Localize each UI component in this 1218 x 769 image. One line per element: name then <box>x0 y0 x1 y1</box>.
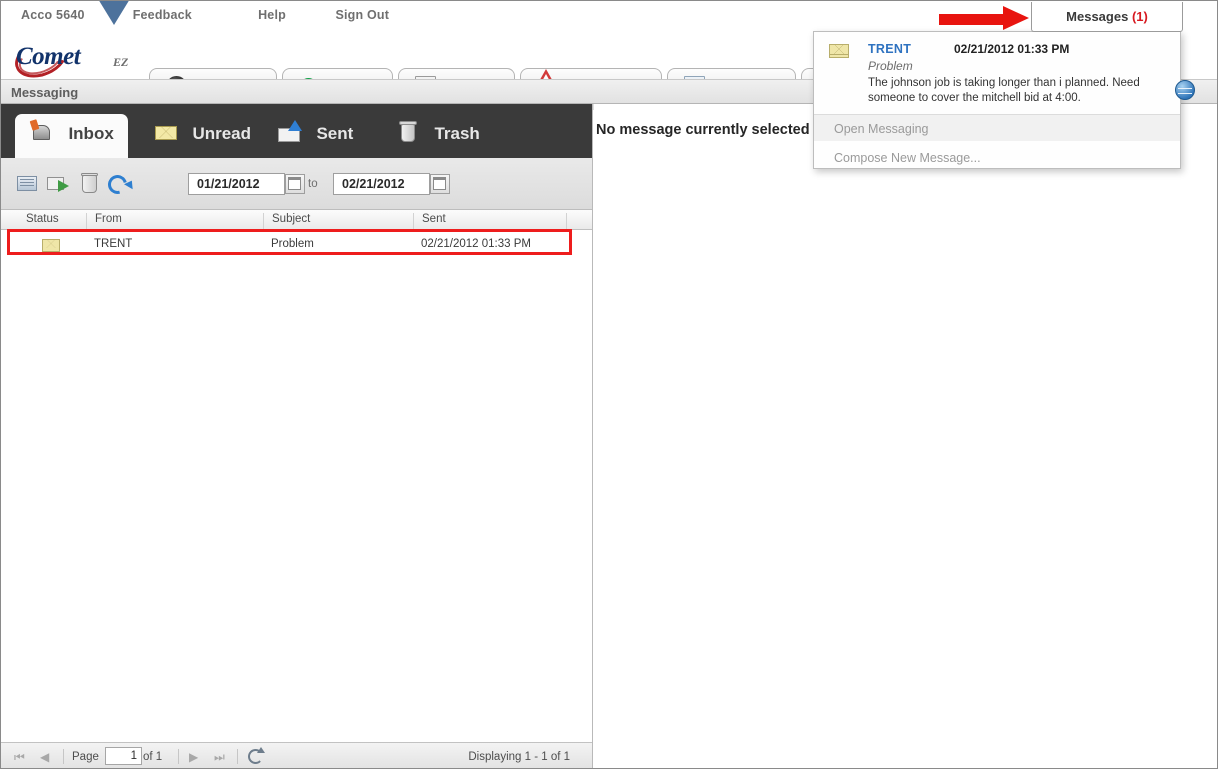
red-arrow-head <box>1003 6 1029 30</box>
red-arrow-shaft <box>939 14 1005 25</box>
trash-can-icon-toolbar <box>81 173 98 193</box>
folder-tab-sent-label: Sent <box>316 124 354 143</box>
column-header-sent[interactable]: Sent <box>413 213 446 229</box>
sign-out-link[interactable]: Sign Out <box>335 8 389 22</box>
help-link[interactable]: Help <box>258 8 286 22</box>
popup-message-item[interactable]: TRENT 02/21/2012 01:33 PM Problem The jo… <box>814 32 1180 114</box>
page-number-input[interactable]: 1 <box>105 747 142 765</box>
mailbox-icon <box>29 119 55 145</box>
last-page-button[interactable]: ⏭ <box>214 750 225 765</box>
forward-green-arrow-icon <box>58 180 69 192</box>
folder-tab-inbox[interactable]: Inbox <box>15 114 128 158</box>
page-total-label: of 1 <box>143 751 163 763</box>
messages-tab-label: Messages <box>1066 9 1129 24</box>
date-range-to-label: to <box>308 178 318 190</box>
reading-pane: No message currently selected <box>594 104 1217 768</box>
popup-message-from: TRENT <box>868 42 912 56</box>
calendar-icon-to[interactable] <box>430 174 450 194</box>
date-from-field[interactable]: 01/21/2012 <box>188 173 305 195</box>
messages-count-badge: (1) <box>1131 9 1148 24</box>
list-toolbar: 01/21/2012 to 02/21/2012 <box>1 158 592 210</box>
folder-tab-inbox-label: Inbox <box>68 124 114 143</box>
folder-tab-trash-label: Trash <box>434 124 480 143</box>
logo-name: Comet <box>16 43 81 70</box>
message-window-icon <box>17 176 37 191</box>
table-row[interactable]: TRENT Problem 02/21/2012 01:33 PM <box>7 229 572 255</box>
compose-new-message-link[interactable]: Compose New Message... <box>834 151 981 165</box>
pager-divider-2 <box>178 749 179 764</box>
folder-tab-bar: Inbox Unread Sent Trash <box>1 104 592 158</box>
refresh-arrows-icon <box>104 171 131 198</box>
logo-suffix: EZ <box>113 55 129 69</box>
unread-envelope-icon <box>42 239 60 252</box>
delete-button[interactable] <box>77 171 103 197</box>
popup-divider <box>814 114 1180 115</box>
column-header-status[interactable]: Status <box>18 213 59 229</box>
pager-refresh-icon[interactable] <box>248 747 265 766</box>
refresh-button[interactable] <box>104 171 132 198</box>
first-page-button[interactable]: ⏮ <box>14 750 25 765</box>
calendar-icon-from[interactable] <box>285 174 305 194</box>
closed-envelope-icon <box>153 119 179 145</box>
folder-tab-unread[interactable]: Unread <box>139 114 265 158</box>
prev-page-button[interactable]: ◀ <box>40 750 49 764</box>
row-subject: Problem <box>271 238 314 250</box>
application-window: Acco 5640 Feedback Help Sign Out Message… <box>0 0 1218 769</box>
help-globe-icon[interactable] <box>1175 80 1195 100</box>
page-title: Messaging <box>11 85 79 100</box>
unread-envelope-icon-popup <box>829 44 849 58</box>
folder-tab-sent[interactable]: Sent <box>263 114 367 158</box>
grid-header: Status From Subject Sent <box>1 210 592 230</box>
popup-message-subject: Problem <box>868 59 913 73</box>
date-from-value: 01/21/2012 <box>197 177 260 191</box>
messages-tab[interactable]: Messages (1) <box>1031 2 1183 32</box>
date-to-field[interactable]: 02/21/2012 <box>333 173 450 195</box>
message-list-panel: Inbox Unread Sent Trash 01/21/2012 to 02… <box>1 104 593 768</box>
messages-dropdown-popup: TRENT 02/21/2012 01:33 PM Problem The jo… <box>813 31 1181 169</box>
displaying-status: Displaying 1 - 1 of 1 <box>468 751 570 763</box>
column-header-from[interactable]: From <box>86 213 122 229</box>
folder-tab-unread-label: Unread <box>192 124 252 143</box>
page-label: Page <box>72 751 99 763</box>
popup-message-date: 02/21/2012 01:33 PM <box>954 42 1070 56</box>
message-list-body <box>1 256 592 724</box>
blue-pointer-icon <box>76 1 152 25</box>
folder-tab-trash[interactable]: Trash <box>381 114 494 158</box>
logo[interactable]: Comet EZ <box>9 31 144 85</box>
pagination-bar: ⏮ ◀ Page 1 of 1 ▶ ⏭ Displaying 1 - 1 of … <box>1 742 592 768</box>
mark-read-button[interactable] <box>15 171 41 197</box>
row-from: TRENT <box>94 238 133 250</box>
no-message-selected-text: No message currently selected <box>596 122 810 138</box>
open-messaging-link[interactable]: Open Messaging <box>834 122 929 136</box>
column-header-subject[interactable]: Subject <box>263 213 310 229</box>
sent-envelope-icon <box>277 119 303 145</box>
pager-divider-3 <box>237 749 238 764</box>
next-page-button[interactable]: ▶ <box>189 750 198 764</box>
trash-can-icon <box>395 119 421 145</box>
date-to-value: 02/21/2012 <box>342 177 405 191</box>
popup-message-body: The johnson job is taking longer than i … <box>868 77 1140 104</box>
pager-divider-1 <box>63 749 64 764</box>
forward-button[interactable] <box>46 171 72 197</box>
row-sent: 02/21/2012 01:33 PM <box>421 238 531 250</box>
